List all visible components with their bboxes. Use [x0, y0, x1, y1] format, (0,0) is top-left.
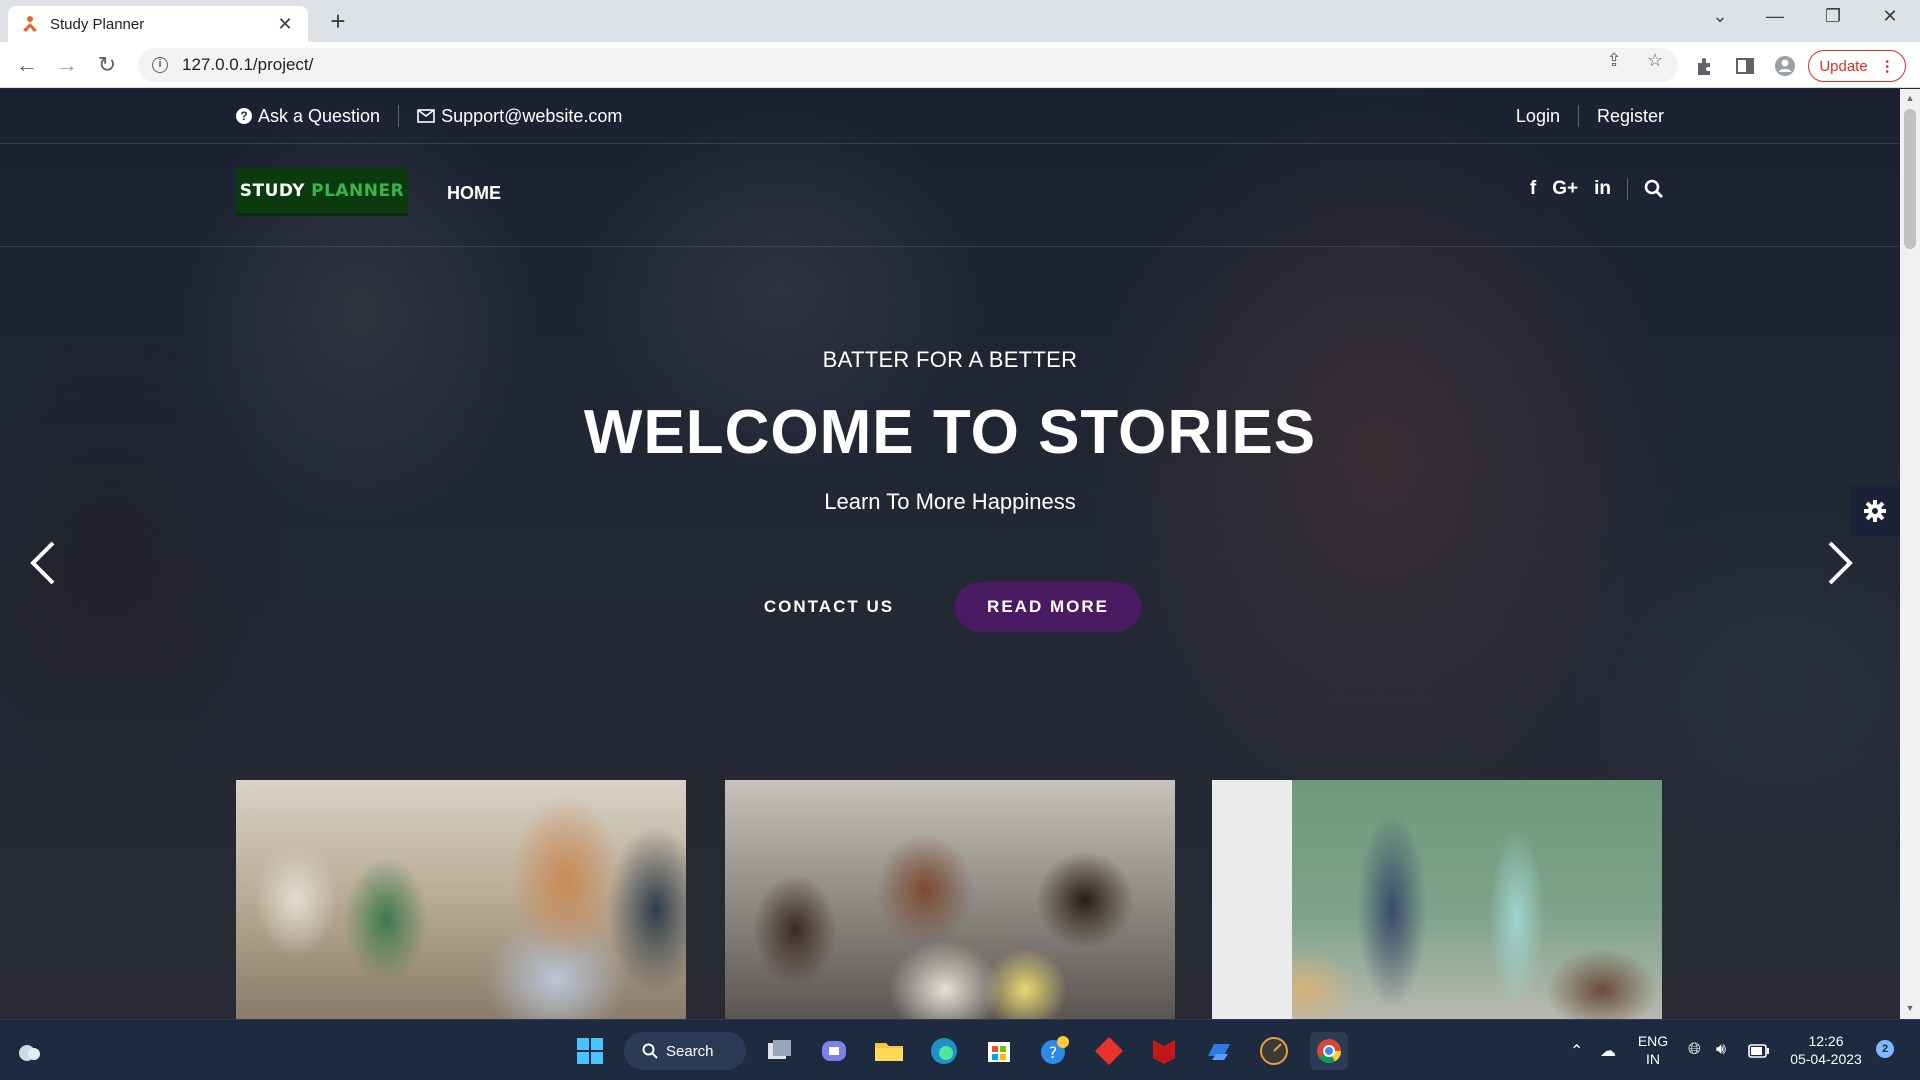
hero-title: WELCOME TO STORIES [583, 398, 1317, 467]
search-icon [642, 1043, 658, 1059]
task-view-icon[interactable] [760, 1032, 798, 1070]
ask-question-label: Ask a Question [258, 105, 381, 126]
card-wall [1212, 780, 1292, 1019]
site-logo[interactable]: STUDY PLANNER [236, 168, 408, 216]
browser-tab[interactable]: Study Planner ✕ [8, 6, 308, 42]
minimize-icon[interactable]: — [1755, 6, 1795, 27]
hero-tagline: Learn To More Happiness [824, 489, 1076, 514]
address-bar[interactable]: i 127.0.0.1/project/ [138, 48, 1678, 82]
site-favicon-icon [23, 16, 37, 32]
search-icon[interactable] [1644, 179, 1664, 199]
network-globe-icon[interactable]: 🌐︎ [1688, 1041, 1701, 1059]
scroll-down-icon[interactable]: ▼ [1904, 1003, 1916, 1013]
nav-home-link[interactable]: HOME [447, 183, 501, 204]
kebab-menu-icon: ⋮ [1879, 58, 1895, 75]
language-code: ENG [1637, 1033, 1669, 1049]
clock[interactable]: 12:26 05-04-2023 [1784, 1032, 1868, 1068]
url-text: 127.0.0.1/project/ [182, 55, 314, 74]
page-scrollbar[interactable]: ▲ ▼ [1900, 89, 1920, 1019]
update-button[interactable]: Update ⋮ [1808, 50, 1906, 82]
restore-icon[interactable]: ❐ [1813, 6, 1853, 27]
battery-icon[interactable] [1748, 1044, 1770, 1058]
question-circle-icon: ? [236, 108, 252, 124]
region-code: IN [1646, 1051, 1660, 1067]
language-indicator[interactable]: ENG IN [1636, 1032, 1670, 1068]
extensions-icon[interactable] [1694, 55, 1716, 77]
share-icon[interactable]: ⇪ [1599, 50, 1629, 71]
reload-icon[interactable]: ↻ [92, 50, 122, 80]
window-close-icon[interactable]: ✕ [1870, 6, 1910, 27]
envelope-icon [417, 109, 435, 123]
settings-panel-toggle[interactable] [1850, 486, 1900, 536]
feature-card-image-1[interactable] [236, 780, 686, 1019]
taskbar-search[interactable]: Search [624, 1032, 746, 1070]
volume-icon[interactable]: 🔊︎ [1716, 1041, 1726, 1059]
gear-icon [1864, 500, 1886, 522]
browser-tab-strip: Study Planner ✕ + ⌄ — ❐ ✕ [0, 0, 1920, 42]
hero-subtitle: BATTER FOR A BETTER [822, 347, 1078, 372]
social-links: f G+ in [1530, 178, 1664, 200]
scroll-thumb[interactable] [1904, 109, 1916, 249]
main-navigation: STUDY PLANNER HOME f G+ in [0, 144, 1900, 247]
profile-avatar-icon[interactable] [1774, 55, 1796, 77]
feature-card-image-2[interactable] [725, 780, 1175, 1019]
forward-icon[interactable]: → [52, 50, 82, 80]
notification-badge[interactable]: 2 [1876, 1040, 1894, 1058]
microsoft-store-icon[interactable] [980, 1032, 1018, 1070]
facebook-icon[interactable]: f [1530, 178, 1536, 200]
show-hidden-icons-icon[interactable]: ⌃ [1570, 1041, 1583, 1061]
taskbar-search-label: Search [666, 1042, 714, 1060]
support-email-label: Support@website.com [441, 105, 623, 126]
red-diamond-app-icon[interactable] [1090, 1032, 1128, 1070]
login-link[interactable]: Login [1516, 106, 1560, 127]
page-viewport: ? Ask a Question Support@website.com Log… [0, 89, 1900, 1019]
weather-widget-icon[interactable] [10, 1032, 48, 1070]
site-top-bar: ? Ask a Question Support@website.com Log… [0, 89, 1900, 144]
clock-date: 05-04-2023 [1790, 1051, 1862, 1067]
tab-search-icon[interactable]: ⌄ [1700, 6, 1740, 27]
wpm-speed-app-icon[interactable] [1255, 1032, 1293, 1070]
slider-prev-icon[interactable] [25, 533, 65, 593]
browser-toolbar: ← → ↻ i 127.0.0.1/project/ ⇪ ☆ [0, 42, 1920, 88]
linkedin-icon[interactable]: in [1594, 178, 1611, 200]
svg-text:?: ? [1049, 1043, 1058, 1062]
topbar-divider [398, 105, 400, 127]
read-more-button[interactable]: READ MORE [955, 582, 1141, 632]
tab-title: Study Planner [50, 15, 145, 33]
onedrive-icon[interactable]: ☁ [1600, 1041, 1616, 1061]
mcafee-icon[interactable] [1145, 1032, 1183, 1070]
tab-close-icon[interactable]: ✕ [274, 14, 296, 35]
windows-start-icon[interactable] [571, 1032, 609, 1070]
feature-card-image-3[interactable] [1212, 780, 1662, 1019]
back-icon[interactable]: ← [12, 50, 42, 80]
logo-word-study: STUDY [239, 180, 306, 201]
social-divider [1627, 178, 1628, 200]
side-panel-icon[interactable] [1734, 55, 1756, 77]
clock-time: 12:26 [1808, 1033, 1844, 1049]
contact-us-button[interactable]: CONTACT US [744, 582, 914, 632]
bookmark-star-icon[interactable]: ☆ [1640, 50, 1670, 71]
logo-word-planner: PLANNER [311, 180, 405, 201]
support-email-link[interactable]: Support@website.com [417, 106, 622, 127]
chrome-browser-icon[interactable] [1310, 1032, 1348, 1070]
topbar-divider [1577, 105, 1579, 127]
slider-next-icon[interactable] [1818, 533, 1858, 593]
edge-browser-icon[interactable] [925, 1032, 963, 1070]
blue-app-icon[interactable] [1200, 1032, 1238, 1070]
update-label: Update [1819, 57, 1868, 75]
scroll-up-icon[interactable]: ▲ [1904, 93, 1916, 103]
ask-question-link[interactable]: ? Ask a Question [236, 106, 380, 127]
google-plus-icon[interactable]: G+ [1552, 178, 1578, 200]
site-info-icon[interactable]: i [152, 57, 168, 73]
teams-chat-icon[interactable] [815, 1032, 853, 1070]
register-link[interactable]: Register [1597, 106, 1664, 127]
windows-taskbar: Search ? ⌃ ☁ ENG IN 🌐︎ 🔊︎ 12:26 05-04-20… [0, 1019, 1920, 1080]
file-explorer-icon[interactable] [870, 1032, 908, 1070]
new-tab-icon[interactable]: + [324, 8, 352, 34]
get-help-icon[interactable]: ? [1035, 1032, 1073, 1070]
